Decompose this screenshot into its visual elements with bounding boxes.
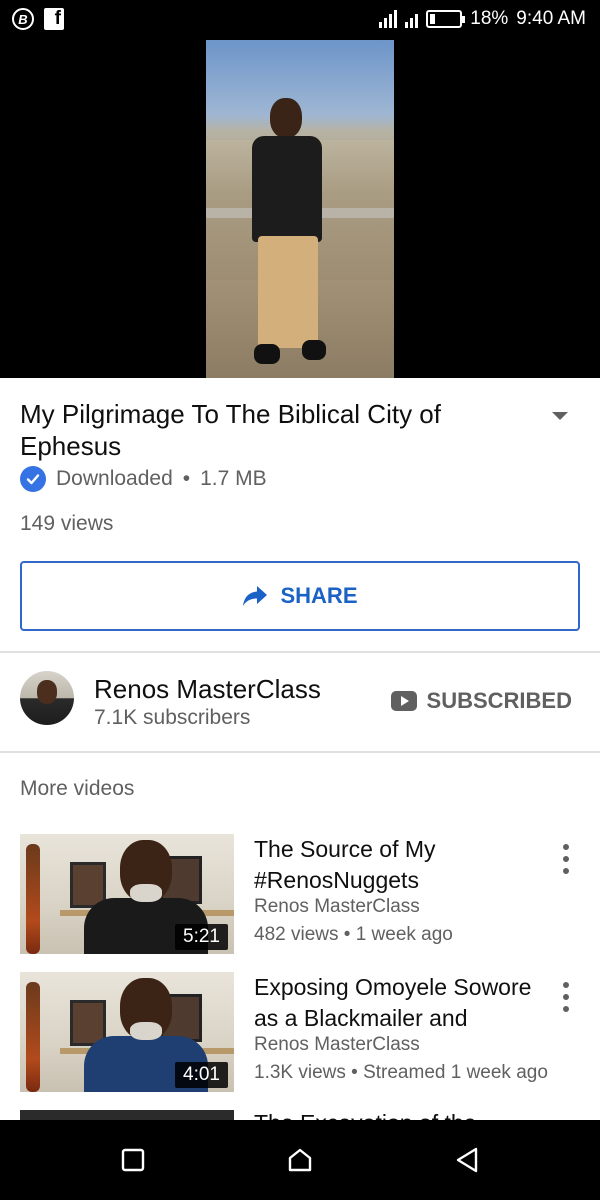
clock: 9:40 AM <box>516 8 586 29</box>
video-player[interactable] <box>0 40 600 378</box>
status-right: 18% 9:40 AM <box>379 8 586 30</box>
item-title[interactable]: The Source of My #RenosNuggets <box>254 834 544 896</box>
video-title: My Pilgrimage To The Biblical City of Ep… <box>20 399 441 461</box>
more-vertical-icon[interactable] <box>558 982 574 1012</box>
list-item[interactable]: 5:21 The Source of My #RenosNuggets Reno… <box>0 834 600 964</box>
duration-badge: 4:01 <box>175 1062 228 1088</box>
duration-badge: 5:21 <box>175 924 228 950</box>
downloaded-label: Downloaded <box>56 467 173 490</box>
youtube-icon <box>390 691 417 711</box>
item-meta: 1.3K views • Streamed 1 week ago <box>254 1062 548 1083</box>
video-thumbnail[interactable] <box>20 1110 234 1120</box>
list-item[interactable]: 4:01 Exposing Omoyele Sowore as a Blackm… <box>0 972 600 1102</box>
video-thumbnail[interactable]: 5:21 <box>20 834 234 954</box>
bullet-separator: • <box>182 467 191 490</box>
facebook-icon: f <box>44 8 64 30</box>
video-thumbnail[interactable]: 4:01 <box>20 972 234 1092</box>
divider <box>0 751 600 753</box>
subscriber-count: 7.1K subscribers <box>94 706 251 729</box>
section-label: More videos <box>20 777 135 800</box>
share-button[interactable]: SHARE <box>20 561 580 631</box>
item-title[interactable]: The Excavation of the <box>254 1110 476 1120</box>
view-count: 149 views <box>20 512 114 535</box>
back-triangle-icon[interactable] <box>452 1146 482 1174</box>
battery-percent: 18% <box>470 8 509 29</box>
item-meta: 482 views • 1 week ago <box>254 924 453 945</box>
app-badge-icon: B <box>12 8 34 30</box>
check-circle-icon <box>20 466 46 492</box>
list-item[interactable]: The Excavation of the <box>0 1110 600 1120</box>
item-title[interactable]: Exposing Omoyele Sowore as a Blackmailer… <box>254 972 544 1034</box>
more-vertical-icon[interactable] <box>558 844 574 874</box>
avatar[interactable] <box>20 671 74 725</box>
video-title-block[interactable]: My Pilgrimage To The Biblical City of Ep… <box>20 398 520 462</box>
signal-icon <box>379 10 398 28</box>
item-channel: Renos MasterClass <box>254 1034 420 1055</box>
battery-icon <box>426 10 466 28</box>
share-label: SHARE <box>280 583 358 608</box>
subscribed-button[interactable]: SUBSCRIBED <box>390 688 572 714</box>
navigation-bar <box>0 1120 600 1200</box>
video-frame <box>206 40 394 378</box>
share-arrow-icon <box>243 586 268 606</box>
square-recents-icon[interactable] <box>118 1146 148 1174</box>
channel-name[interactable]: Renos MasterClass <box>94 674 321 705</box>
status-left: B f <box>12 8 64 30</box>
signal-icon <box>405 10 419 28</box>
status-bar: B f 18% 9:40 AM <box>0 0 600 40</box>
caret-down-icon[interactable] <box>550 410 570 424</box>
divider <box>0 651 600 653</box>
subscribed-label: SUBSCRIBED <box>426 688 572 713</box>
download-status: Downloaded • 1.7 MB <box>20 466 267 492</box>
home-icon[interactable] <box>285 1146 315 1174</box>
file-size: 1.7 MB <box>200 467 267 490</box>
item-channel: Renos MasterClass <box>254 896 420 917</box>
